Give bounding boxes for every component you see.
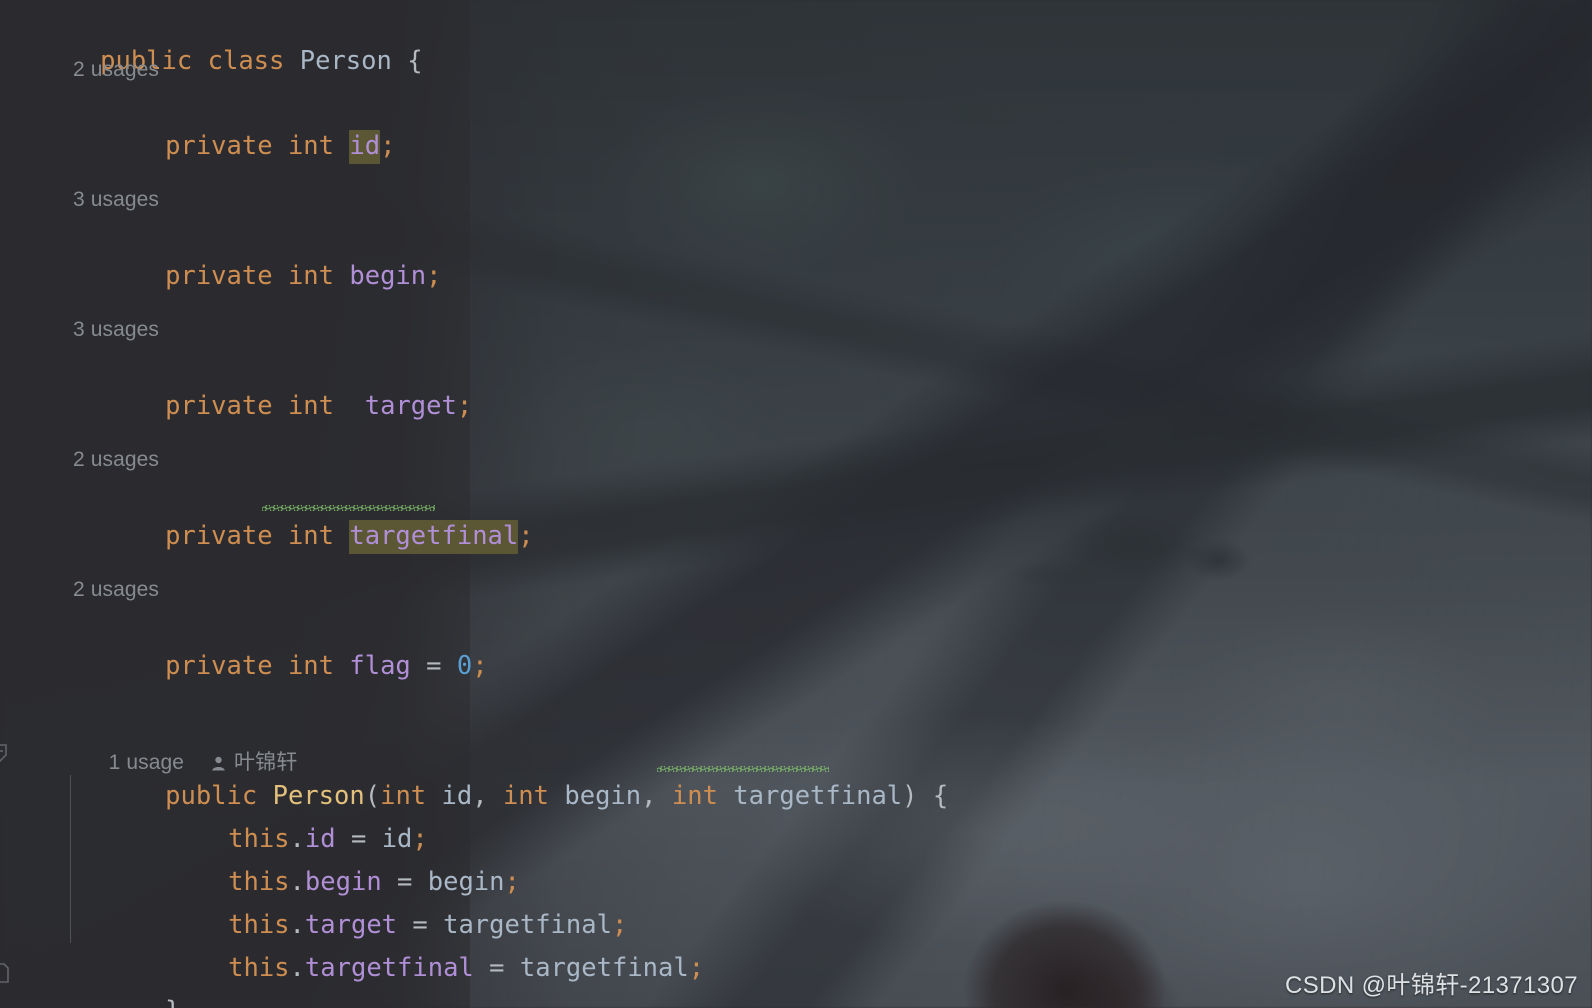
token-int: int xyxy=(287,131,335,161)
code-line-field-id[interactable]: private int id; xyxy=(73,82,395,164)
token-close-paren: ) xyxy=(902,781,918,811)
token-private: private xyxy=(165,261,273,291)
token-field-id[interactable]: id xyxy=(349,130,381,164)
token-class-name: Person xyxy=(299,46,392,76)
token-field-targetfinal[interactable]: targetfinal xyxy=(349,520,519,554)
token-int: int xyxy=(287,261,335,291)
token-semicolon: ; xyxy=(380,131,396,161)
code-editor[interactable]: public class Person { 2 usages private i… xyxy=(0,0,1592,1008)
token-close-brace: } xyxy=(165,996,180,1008)
code-line-closing-brace[interactable]: } xyxy=(73,947,180,1008)
token-field-begin[interactable]: begin xyxy=(349,261,426,291)
code-line-assign-begin[interactable]: this.begin = begin; xyxy=(136,818,520,897)
token-field-target[interactable]: target xyxy=(365,391,457,421)
token-number-zero: 0 xyxy=(456,651,473,681)
token-int: int xyxy=(287,521,335,551)
token-semicolon: ; xyxy=(472,651,488,681)
code-line-field-flag[interactable]: private int flag = 0; xyxy=(73,602,487,681)
token-param-id: id xyxy=(441,781,473,811)
token-field-targetfinal: targetfinal xyxy=(304,953,474,983)
code-line-assign-targetfinal[interactable]: this.targetfinal = targetfinal; xyxy=(136,904,704,983)
token-this: this xyxy=(228,953,290,983)
code-line-field-target[interactable]: private int target; xyxy=(73,342,472,421)
code-content[interactable]: public class Person { 2 usages private i… xyxy=(0,0,1592,1008)
warning-squiggle-targetfinal xyxy=(262,505,435,511)
token-open-brace: { xyxy=(932,781,949,811)
token-int: int xyxy=(671,781,718,811)
token-param-targetfinal[interactable]: targetfinal xyxy=(733,781,902,811)
token-private: private xyxy=(165,391,273,421)
token-semicolon: ; xyxy=(456,391,473,421)
token-private: private xyxy=(165,131,273,161)
token-int: int xyxy=(502,781,550,811)
token-comma: , xyxy=(641,781,657,811)
code-line-field-begin[interactable]: private int begin; xyxy=(73,212,441,291)
token-private: private xyxy=(165,651,273,681)
token-comma: , xyxy=(472,781,488,811)
code-line-assign-target[interactable]: this.target = targetfinal; xyxy=(136,861,627,940)
token-open-brace: { xyxy=(407,46,423,76)
code-line-class-declaration[interactable]: public class Person { xyxy=(8,0,422,76)
token-param-targetfinal: targetfinal xyxy=(519,953,689,983)
code-line-assign-id[interactable]: this.id = id; xyxy=(136,775,428,854)
token-int: int xyxy=(287,651,335,681)
token-param-begin: begin xyxy=(564,781,642,811)
token-semicolon: ; xyxy=(518,521,534,551)
token-int: int xyxy=(287,391,335,421)
token-class: class xyxy=(207,46,285,76)
token-field-flag[interactable]: flag xyxy=(349,651,410,681)
csdn-watermark: CSDN @叶锦轩-21371307 xyxy=(1284,972,1578,999)
warning-squiggle-param-targetfinal xyxy=(657,766,829,772)
token-semicolon: ; xyxy=(426,261,442,291)
token-semicolon: ; xyxy=(688,953,705,983)
token-private: private xyxy=(165,521,273,551)
